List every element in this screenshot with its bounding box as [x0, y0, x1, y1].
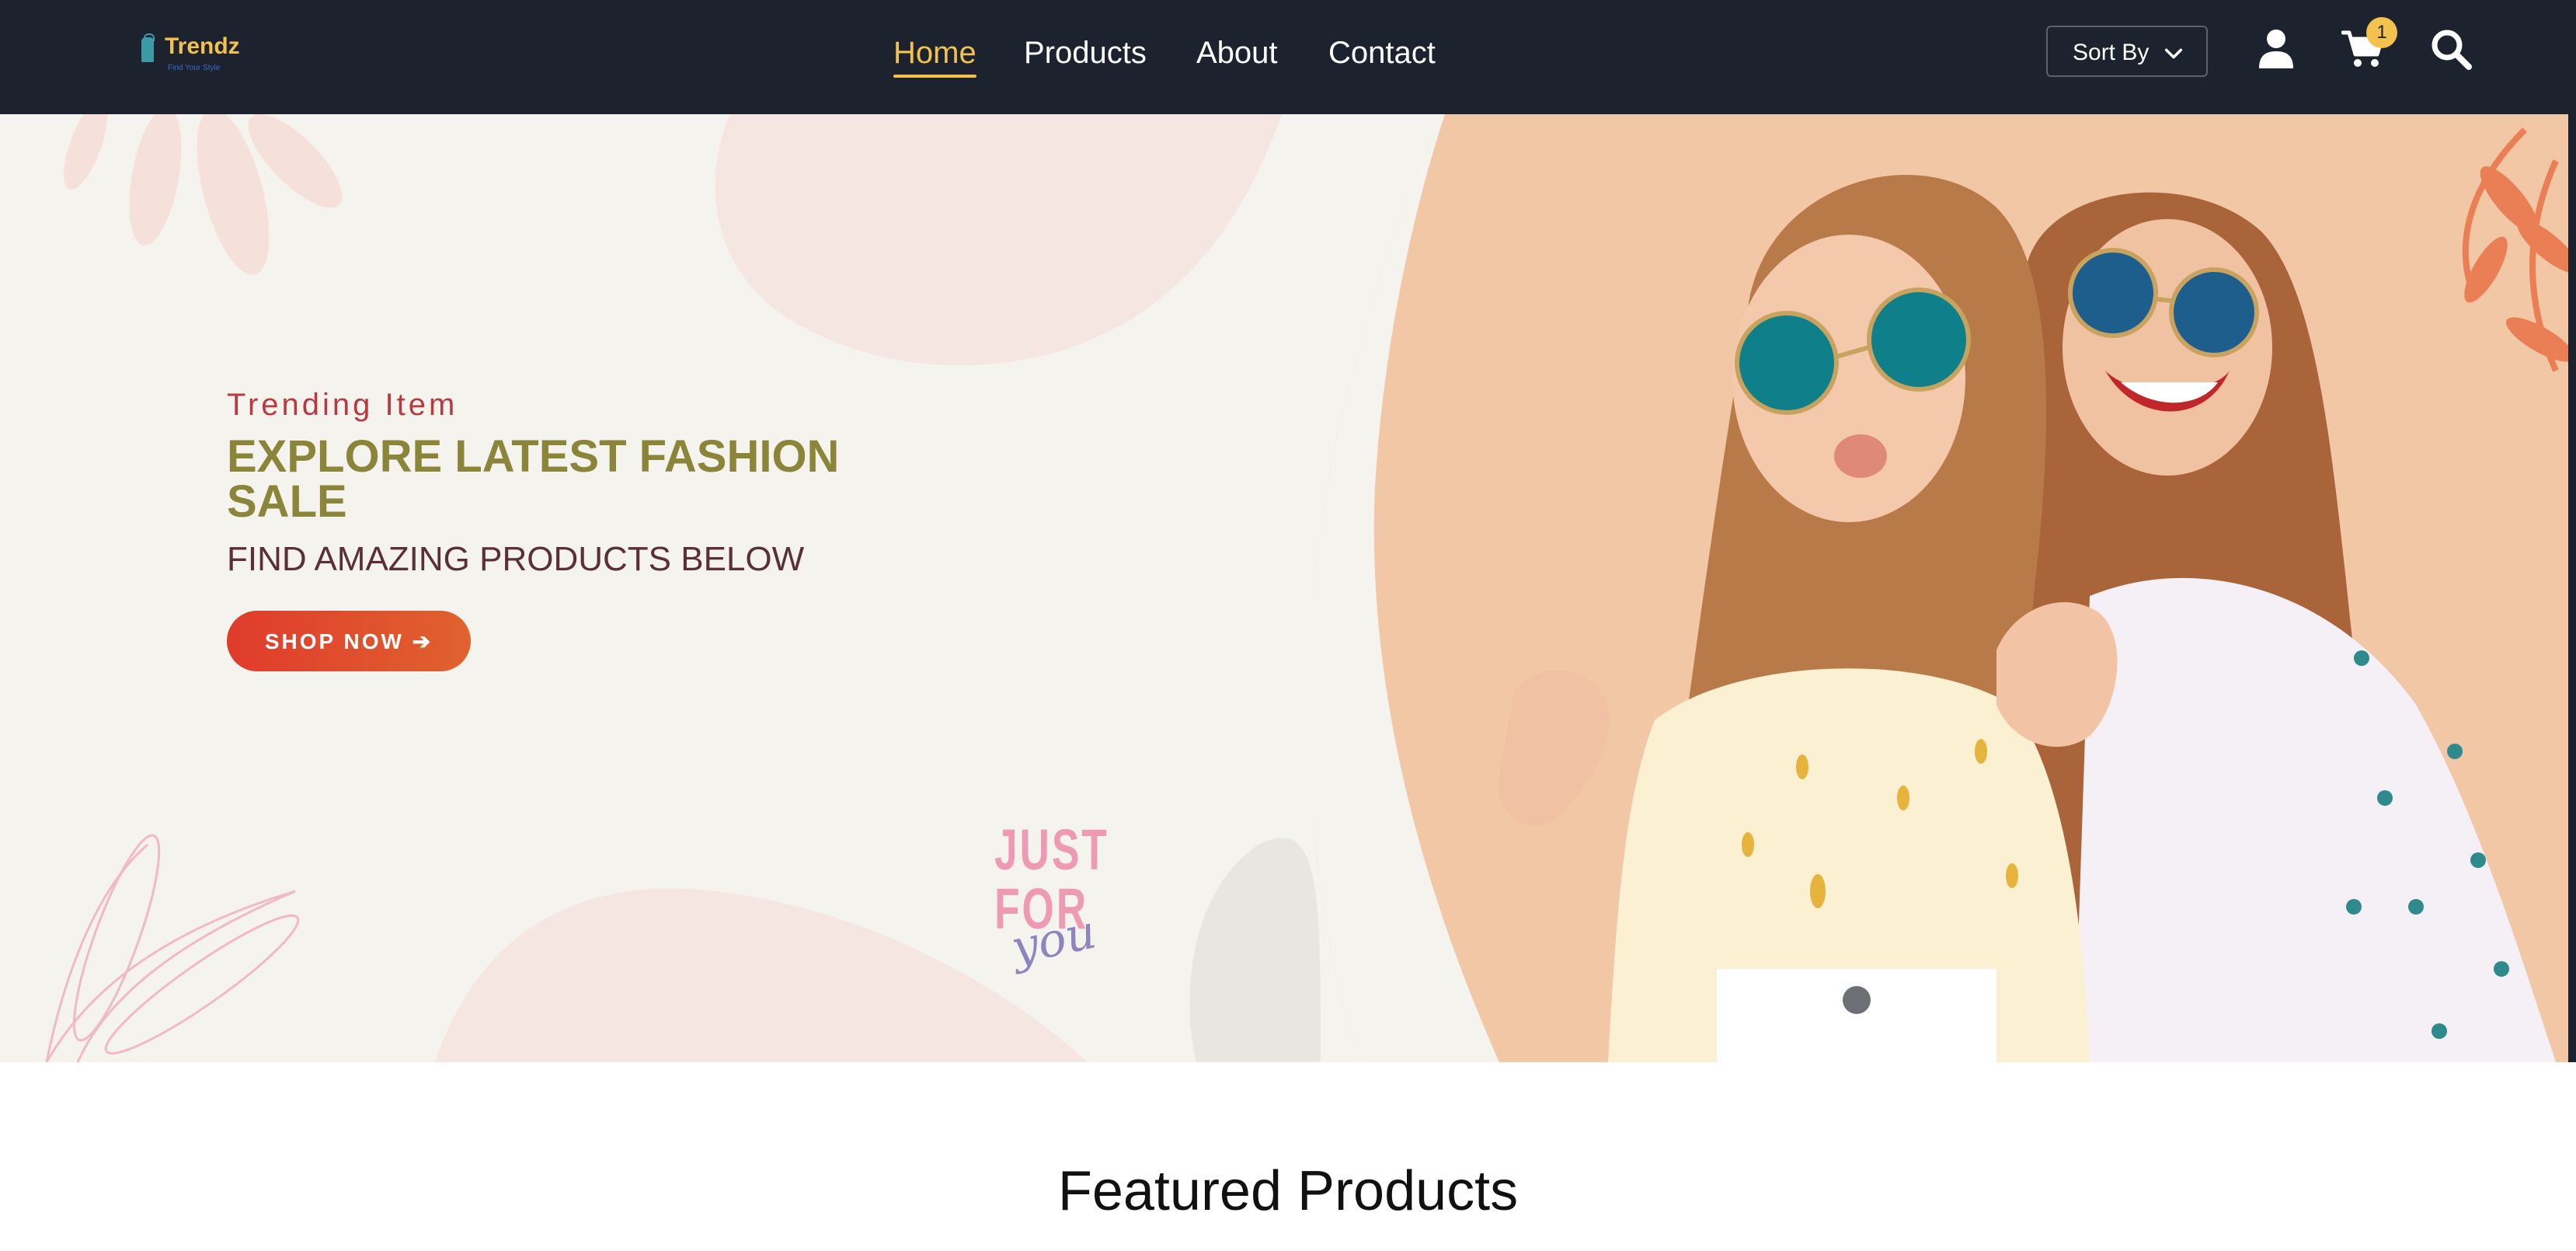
hero-subheading: FIND AMAZING PRODUCTS BELOW	[227, 540, 805, 578]
nav-link-about[interactable]: About	[1196, 31, 1278, 75]
sort-by-dropdown[interactable]: Sort By	[2046, 26, 2208, 77]
nav-link-home[interactable]: Home	[893, 31, 976, 78]
brand-name: Trendz	[165, 33, 240, 59]
nav-link-products[interactable]: Products	[1024, 31, 1147, 75]
hero-model-photo	[1313, 114, 2576, 1062]
search-icon[interactable]	[2430, 28, 2472, 70]
hero-background-shapes	[45, 114, 1321, 1062]
badge-line-just: JUST	[994, 817, 1109, 882]
shopping-bag-icon	[141, 33, 155, 62]
brand-logo[interactable]: Trendz Find Your Style	[141, 33, 250, 78]
top-navbar: Trendz Find Your Style Home Products Abo…	[0, 0, 2576, 114]
user-icon[interactable]	[2257, 28, 2295, 68]
just-for-you-badge: JUST FOR you	[991, 821, 1116, 977]
sort-by-label: Sort By	[2073, 40, 2150, 65]
cart-count-badge: 1	[2366, 17, 2397, 48]
chevron-down-icon	[2164, 48, 2183, 59]
brand-tagline: Find Your Style	[168, 64, 221, 72]
nav-link-contact[interactable]: Contact	[1328, 31, 1436, 75]
hero-banner: Trending Item EXPLORE LATEST FASHION SAL…	[0, 114, 2576, 1062]
featured-products-title: Featured Products	[1057, 1160, 1519, 1222]
page-scrollbar[interactable]	[2568, 114, 2576, 1062]
hero-eyebrow: Trending Item	[227, 388, 458, 422]
hero-heading: EXPLORE LATEST FASHION SALE	[227, 431, 840, 527]
shop-now-button[interactable]: SHOP NOW ➔	[227, 611, 471, 671]
